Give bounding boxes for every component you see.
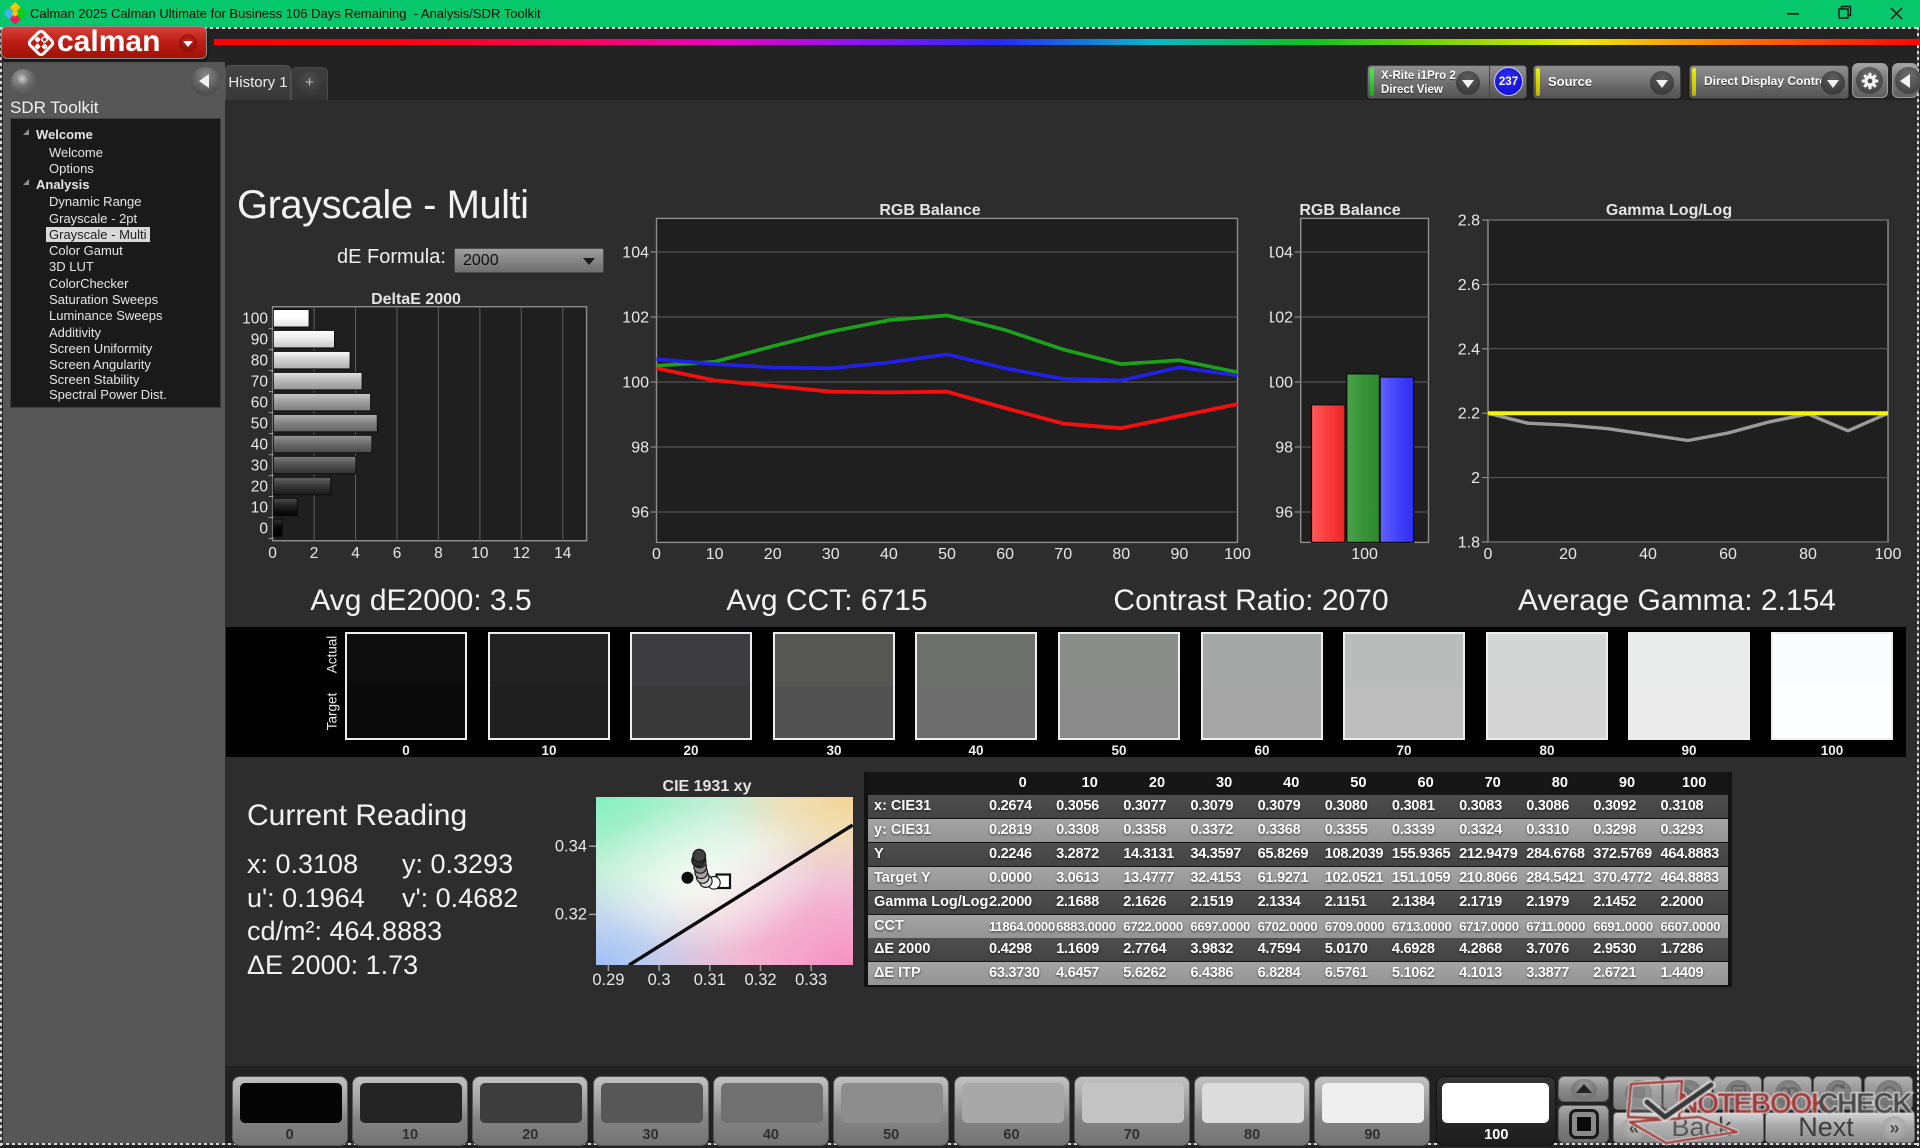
svg-text:DeltaE 2000: DeltaE 2000 bbox=[371, 291, 461, 308]
svg-text:2: 2 bbox=[1471, 470, 1480, 487]
svg-text:100: 100 bbox=[1224, 546, 1251, 563]
svg-text:8: 8 bbox=[434, 545, 443, 562]
svg-text:102: 102 bbox=[622, 310, 649, 327]
svg-text:CHECK: CHECK bbox=[1818, 1088, 1913, 1120]
svg-text:70: 70 bbox=[1054, 546, 1072, 563]
svg-text:0.34: 0.34 bbox=[555, 838, 587, 856]
svg-text:20: 20 bbox=[251, 479, 269, 496]
svg-text:80: 80 bbox=[251, 353, 269, 370]
svg-text:60: 60 bbox=[1719, 546, 1737, 563]
svg-text:2.4: 2.4 bbox=[1458, 341, 1480, 358]
svg-text:50: 50 bbox=[938, 546, 956, 563]
svg-text:102: 102 bbox=[1270, 310, 1293, 327]
svg-text:100: 100 bbox=[1875, 546, 1902, 563]
svg-text:0.33: 0.33 bbox=[795, 971, 827, 989]
svg-text:90: 90 bbox=[251, 332, 269, 349]
svg-text:2.6: 2.6 bbox=[1458, 277, 1480, 294]
svg-text:0: 0 bbox=[268, 545, 277, 562]
svg-text:70: 70 bbox=[251, 374, 269, 391]
svg-text:10: 10 bbox=[251, 500, 269, 517]
svg-text:40: 40 bbox=[1639, 546, 1657, 563]
svg-text:10: 10 bbox=[706, 546, 724, 563]
svg-text:98: 98 bbox=[631, 440, 649, 457]
svg-text:98: 98 bbox=[1275, 440, 1293, 457]
svg-text:2.2: 2.2 bbox=[1458, 406, 1480, 423]
svg-text:0.29: 0.29 bbox=[592, 971, 624, 989]
svg-text:100: 100 bbox=[242, 311, 268, 328]
svg-text:100: 100 bbox=[1351, 546, 1378, 563]
svg-text:RGB Balance: RGB Balance bbox=[879, 202, 980, 219]
svg-text:104: 104 bbox=[622, 245, 649, 262]
svg-text:100: 100 bbox=[1270, 375, 1293, 392]
svg-text:96: 96 bbox=[1275, 505, 1293, 522]
svg-text:2: 2 bbox=[310, 545, 319, 562]
svg-text:14: 14 bbox=[554, 545, 572, 562]
svg-text:0: 0 bbox=[1484, 546, 1493, 563]
svg-text:0.3: 0.3 bbox=[648, 971, 671, 989]
svg-text:4: 4 bbox=[351, 545, 360, 562]
svg-text:0.31: 0.31 bbox=[694, 971, 726, 989]
svg-text:104: 104 bbox=[1270, 245, 1293, 262]
svg-text:30: 30 bbox=[822, 546, 840, 563]
svg-text:0: 0 bbox=[652, 546, 661, 563]
svg-text:96: 96 bbox=[631, 505, 649, 522]
svg-text:0.32: 0.32 bbox=[555, 906, 587, 924]
svg-text:Gamma Log/Log: Gamma Log/Log bbox=[1606, 202, 1732, 219]
svg-text:20: 20 bbox=[1559, 546, 1577, 563]
svg-text:0.32: 0.32 bbox=[744, 971, 776, 989]
svg-text:80: 80 bbox=[1799, 546, 1817, 563]
svg-text:10: 10 bbox=[471, 545, 489, 562]
svg-text:40: 40 bbox=[880, 546, 898, 563]
svg-text:12: 12 bbox=[513, 545, 530, 562]
svg-text:RGB Balance: RGB Balance bbox=[1299, 202, 1400, 219]
svg-text:30: 30 bbox=[251, 458, 269, 475]
svg-text:90: 90 bbox=[1171, 546, 1189, 563]
svg-text:6: 6 bbox=[393, 545, 402, 562]
svg-text:50: 50 bbox=[251, 416, 269, 433]
svg-text:0: 0 bbox=[259, 521, 268, 538]
svg-text:80: 80 bbox=[1112, 546, 1130, 563]
svg-text:60: 60 bbox=[251, 395, 269, 412]
svg-text:1.8: 1.8 bbox=[1458, 535, 1480, 552]
svg-text:CIE 1931 xy: CIE 1931 xy bbox=[663, 780, 752, 795]
svg-text:20: 20 bbox=[764, 546, 782, 563]
svg-text:40: 40 bbox=[251, 437, 269, 454]
svg-text:60: 60 bbox=[996, 546, 1014, 563]
svg-text:100: 100 bbox=[622, 375, 649, 392]
svg-text:2.8: 2.8 bbox=[1458, 213, 1480, 230]
